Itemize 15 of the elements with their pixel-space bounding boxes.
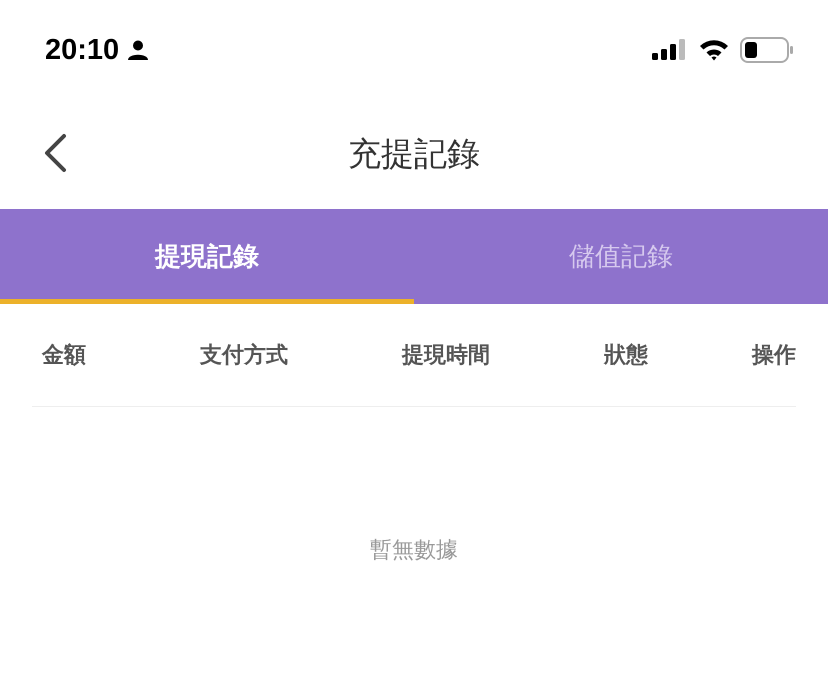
column-header: 操作 (752, 342, 796, 370)
battery-icon (740, 37, 794, 63)
status-time: 20:10 (45, 34, 120, 66)
empty-message: 暫無數據 (370, 537, 458, 565)
signal-icon (652, 39, 688, 61)
person-icon (127, 39, 150, 61)
column-header: 支付方式 (198, 342, 288, 370)
column-header: 狀態 (602, 342, 648, 370)
column-header: 提現時間 (400, 342, 490, 370)
wifi-icon (698, 38, 730, 62)
tab[interactable]: 提現記錄 (0, 209, 414, 304)
back-icon[interactable] (42, 133, 68, 173)
column-header: 金額 (40, 342, 86, 370)
tab[interactable]: 儲值記錄 (414, 209, 828, 304)
page-title: 充提記錄 (348, 133, 480, 175)
